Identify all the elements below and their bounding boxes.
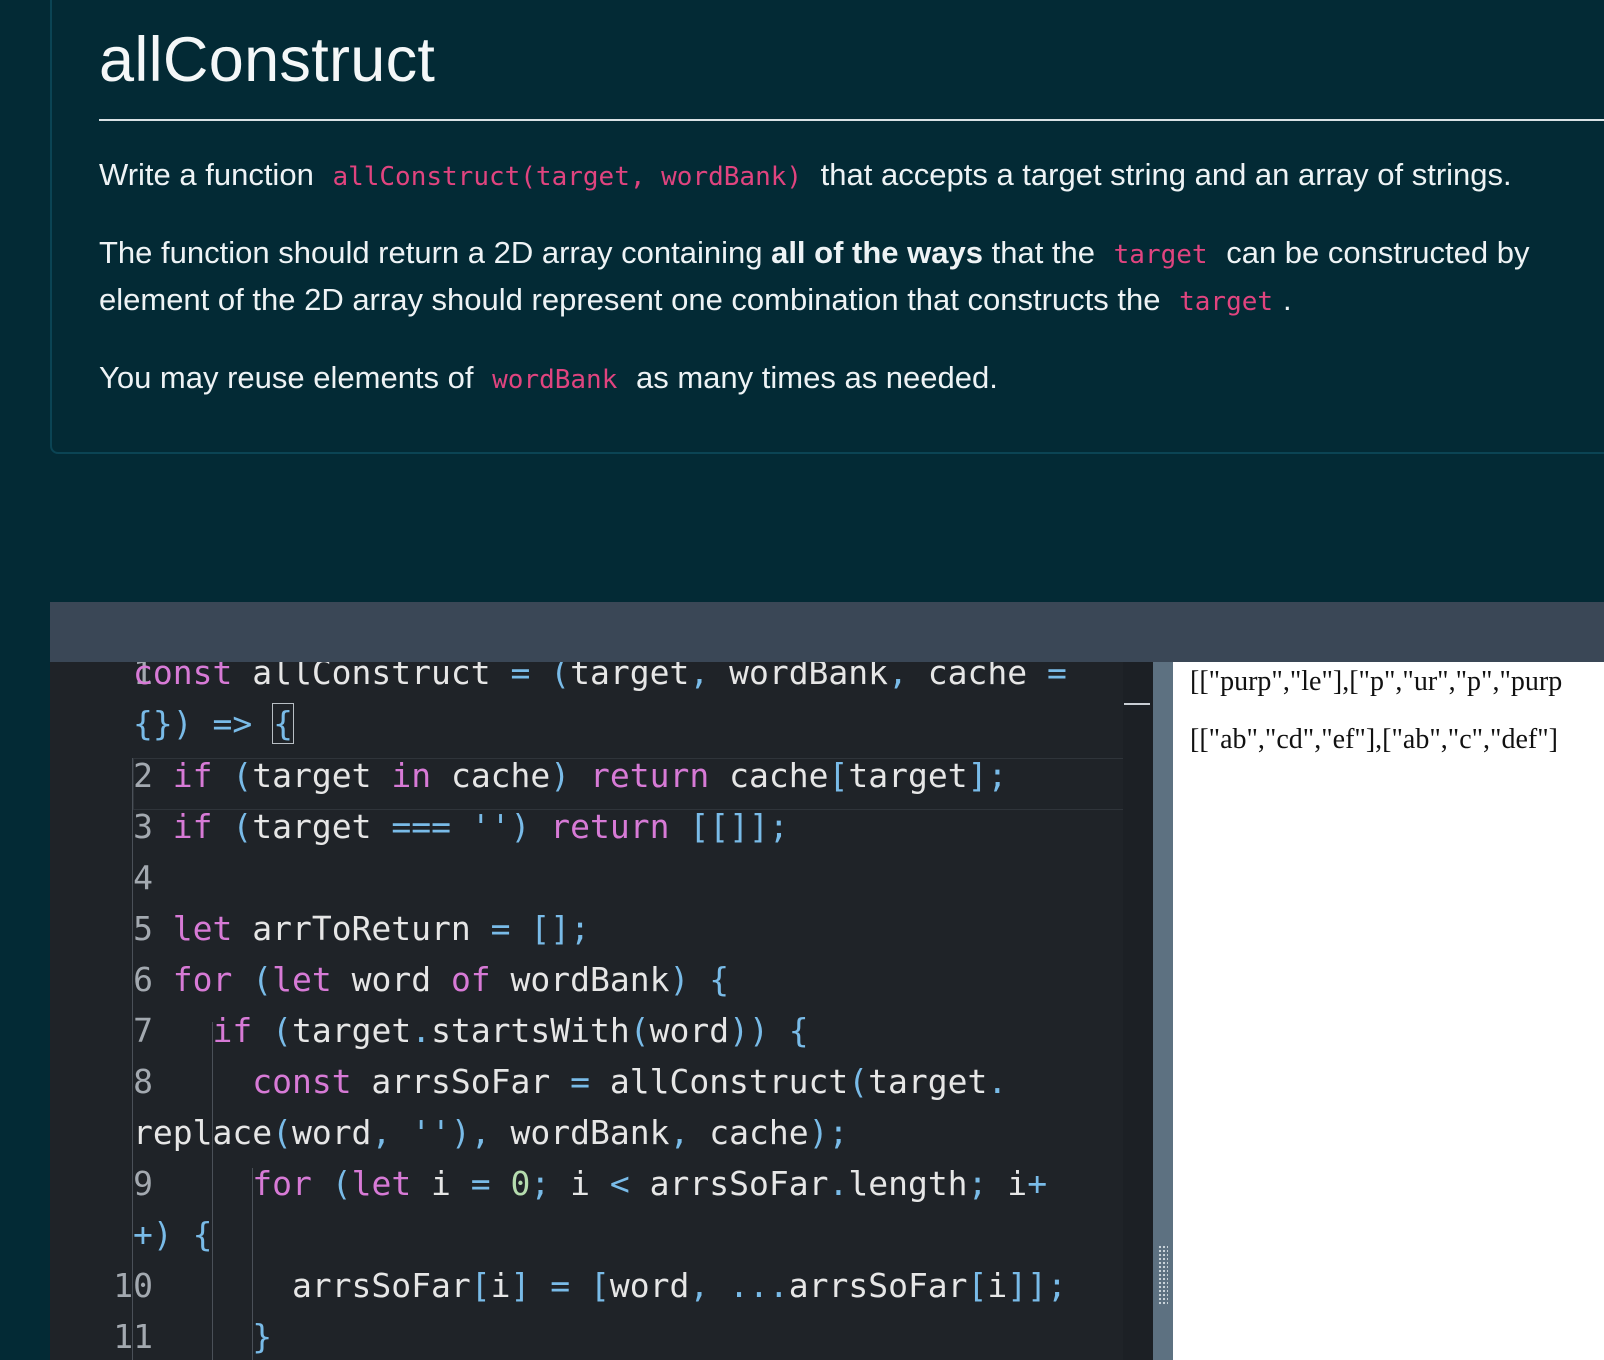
code-line: for (let i = 0; i < arrsSoFar.length; i+ — [252, 1164, 1048, 1203]
problem-title: allConstruct — [99, 25, 436, 95]
editor-scrollbar[interactable] — [1123, 662, 1153, 1360]
editor-toolbar — [50, 602, 1604, 662]
description-line-4: You may reuse elements of wordBank as ma… — [99, 360, 998, 395]
code-line: if (target === '') return [[]]; — [172, 807, 789, 846]
description-line-1: Write a function allConstruct(target, wo… — [99, 157, 1512, 192]
code-line: for (let word of wordBank) { — [172, 960, 730, 999]
output-panel: [["purp","le"],["p","ur","p","purp [["ab… — [1173, 662, 1604, 1360]
code-line: if (target.startsWith(word)) { — [212, 1011, 809, 1050]
code-line: } — [252, 1317, 273, 1356]
code-line: let arrToReturn = []; — [172, 909, 590, 948]
code-line: arrsSoFar[i] = [word, ...arrsSoFar[i]]; — [133, 1266, 1067, 1305]
description-line-2: The function should return a 2D array co… — [99, 235, 1530, 270]
code-line: +) { — [133, 1215, 213, 1254]
code-line: replace(word, ''), wordBank, cache); — [133, 1113, 849, 1152]
inline-code-wordbank: wordBank — [492, 365, 618, 395]
description-line-3: element of the 2D array should represent… — [99, 282, 1292, 317]
code-line: {}) => { — [133, 703, 294, 744]
emphasis-text: all of the ways — [771, 235, 983, 270]
output-line: [["purp","le"],["p","ur","p","purp — [1190, 666, 1563, 697]
inline-code-signature: allConstruct(target, wordBank) — [332, 162, 803, 192]
line-number: 4 — [133, 858, 153, 897]
code-line: if (target in cache) return cache[target… — [172, 756, 1008, 795]
output-line: [["ab","cd","ef"],["ab","c","def"] — [1190, 724, 1558, 755]
inline-code-target: target — [1113, 240, 1208, 270]
scrollbar-marker — [1124, 703, 1150, 705]
code-editor[interactable]: 1 2 3 4 5 6 7 8 9 10 11 const allConstru… — [50, 662, 1153, 1360]
drag-handle-icon[interactable] — [1158, 1245, 1168, 1305]
inline-code-target: target — [1179, 287, 1274, 317]
code-line: const arrsSoFar = allConstruct(target. — [252, 1062, 1008, 1101]
title-divider — [99, 119, 1604, 121]
code-line: const allConstruct = (target, wordBank, … — [133, 662, 1067, 692]
